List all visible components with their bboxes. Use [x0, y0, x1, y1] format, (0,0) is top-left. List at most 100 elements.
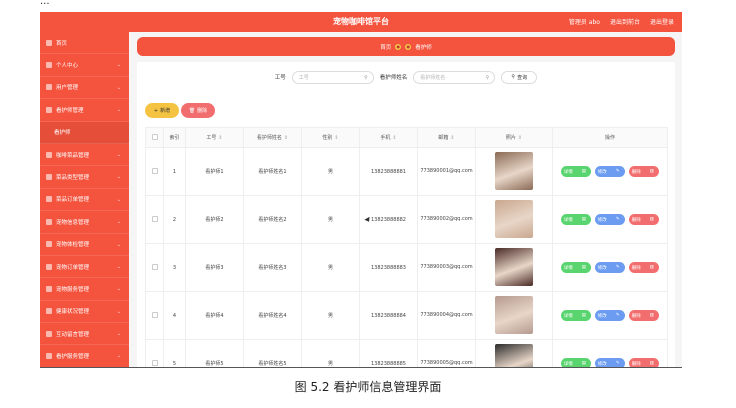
menu-icon	[46, 308, 52, 315]
chevron-down-icon: ⌄	[116, 241, 121, 248]
col-photo[interactable]: 照片 ⇕	[475, 127, 553, 148]
table-row: 3 看护师3 看护师姓名3 男 13823888883 773890003@qq.com 详…	[145, 243, 668, 292]
detail-icon: ▤	[581, 217, 586, 222]
cell-job-no: 看护师3	[185, 243, 244, 292]
caretaker-name-input[interactable]: 看护师姓名 ⚲	[413, 70, 496, 84]
row-checkbox[interactable]	[145, 147, 164, 196]
menu-icon	[46, 353, 52, 360]
select-all-checkbox[interactable]	[145, 127, 164, 148]
edit-button[interactable]: 修改 ✎	[595, 310, 625, 321]
sidebar-item-label: 看护服务管理	[56, 354, 90, 361]
sidebar-item[interactable]: 宠物订单管理 ⌄	[40, 256, 129, 279]
edit-button-label: 修改	[597, 217, 607, 223]
detail-button-label: 详情	[563, 313, 573, 319]
logout-link[interactable]: 退出登录	[650, 17, 674, 26]
col-name[interactable]: 看护师姓名 ⇕	[243, 127, 302, 148]
col-gender[interactable]: 性别 ⇕	[301, 127, 360, 148]
detail-button-label: 详情	[563, 169, 573, 175]
detail-icon: ▤	[581, 265, 586, 270]
chevron-down-icon: ⌄	[116, 196, 121, 203]
col-job-no[interactable]: 工号 ⇕	[185, 127, 244, 148]
col-phone[interactable]: 手机 ⇕	[359, 127, 418, 148]
exit-to-front-link[interactable]: 退出到前台	[610, 17, 640, 26]
menu-icon	[46, 241, 52, 248]
job-no-input[interactable]: 工号 ⚲	[291, 70, 374, 84]
delete-button-label: 删除	[197, 108, 208, 114]
sidebar-item[interactable]: 咖啡菜品管理 ⌄	[40, 144, 129, 167]
cell-job-no: 看护师4	[185, 291, 244, 340]
sidebar-item[interactable]: 宠物体检管理 ⌄	[40, 234, 129, 256]
delete-button[interactable]: 删除 ▥	[629, 310, 659, 321]
row-checkbox[interactable]	[145, 339, 164, 367]
detail-button[interactable]: 详情 ▤	[561, 262, 591, 273]
detail-button[interactable]: 详情 ▤	[561, 214, 591, 225]
detail-button[interactable]: 详情 ▤	[561, 166, 591, 177]
cell-email: 773890003@qq.com	[417, 243, 476, 292]
sidebar-item[interactable]: 看护师管理 ⌄	[40, 99, 129, 122]
sidebar-item[interactable]: 用户管理 ⌄	[40, 77, 129, 100]
row-checkbox[interactable]	[145, 243, 164, 292]
caretaker-photo	[495, 343, 533, 367]
delete-button[interactable]: 删除 ▥	[629, 166, 659, 177]
search-button[interactable]: ⚲ 查询	[501, 70, 538, 84]
detail-button[interactable]: 详情 ▤	[561, 310, 591, 321]
breadcrumb-home[interactable]: 首页	[380, 43, 391, 51]
sidebar-item[interactable]: 首页	[40, 32, 129, 55]
delete-button[interactable]: 删除 ▥	[629, 262, 659, 273]
cell-photo	[475, 243, 553, 292]
menu-icon	[46, 106, 52, 113]
sidebar-item[interactable]: 互动留言管理 ⌄	[40, 323, 129, 346]
cell-phone: 13823888884	[359, 291, 418, 340]
edit-icon: ✎	[615, 313, 620, 318]
col-email[interactable]: 邮箱 ⇕	[417, 127, 476, 148]
breadcrumb-separator-icon: ●	[395, 43, 402, 50]
sidebar: 首页 个人中心 ⌄ 用户管理 ⌄ 看护师管理 ⌄ 看护师 咖啡菜品管理 ⌄ 菜品类型管理 ⌄ 菜品订单管…	[40, 32, 129, 367]
sidebar-item[interactable]: 宠物信息管理 ⌄	[40, 211, 129, 234]
delete-button[interactable]: 删除 ▥	[629, 214, 659, 225]
menu-icon	[46, 263, 52, 270]
cell-photo	[475, 195, 553, 244]
sidebar-item-label: 看护师管理	[56, 107, 84, 114]
job-no-placeholder: 工号	[298, 74, 309, 81]
add-button[interactable]: + 新增	[145, 103, 179, 118]
detail-icon: ▤	[581, 169, 586, 174]
edit-button[interactable]: 修改 ✎	[595, 262, 625, 273]
sidebar-item[interactable]: 菜品类型管理 ⌄	[40, 166, 129, 189]
search-button-label: 查询	[517, 74, 528, 81]
sidebar-item[interactable]: 看护服务管理 ⌄	[40, 345, 129, 367]
sort-icon: ⇕	[283, 135, 289, 141]
detail-button[interactable]: 详情 ▤	[561, 358, 591, 367]
cell-actions: 详情 ▤ 修改 ✎ 删除 ▥	[552, 291, 668, 340]
batch-delete-button[interactable]: 🗑 删除	[181, 103, 215, 118]
figure-caption: 图 5.2 看护师信息管理界面	[294, 380, 442, 394]
table-row: 1 看护师1 看护师姓名1 男 13823888881 773890001@qq.com 详…	[145, 147, 668, 196]
delete-button[interactable]: 删除 ▥	[629, 358, 659, 367]
chevron-down-icon: ⌄	[116, 174, 121, 181]
sidebar-item[interactable]: 看护师	[40, 121, 129, 144]
cell-actions: 详情 ▤ 修改 ✎ 删除 ▥	[552, 243, 668, 292]
chevron-down-icon: ⌄	[116, 263, 121, 270]
row-checkbox[interactable]	[145, 195, 164, 244]
admin-user-link[interactable]: 管理员 abo	[569, 17, 600, 26]
sidebar-item[interactable]: 个人中心 ⌄	[40, 54, 129, 77]
delete-button-label: 删除	[631, 169, 641, 175]
table-row: 2 看护师2 看护师姓名2 男 13823888882 773890002@qq.com 详…	[145, 195, 668, 244]
sidebar-item[interactable]: 宠物服务管理 ⌄	[40, 278, 129, 301]
cell-gender: 男	[301, 195, 360, 244]
sidebar-item-label: 宠物服务管理	[56, 286, 90, 293]
app-window: 宠物咖啡馆平台 管理员 abo 退出到前台 退出登录 首页 个人中心 ⌄ 用户管理 ⌄ 看…	[40, 12, 682, 368]
detail-button-label: 详情	[563, 361, 573, 367]
sidebar-item[interactable]: 健康状况管理 ⌄	[40, 301, 129, 324]
sort-icon: ⇕	[450, 135, 455, 141]
document-top-text: ...	[40, 0, 50, 7]
search-icon: ⚲	[511, 74, 516, 80]
cell-index: 2	[163, 195, 186, 244]
sidebar-item[interactable]: 菜品订单管理 ⌄	[40, 189, 129, 212]
edit-button[interactable]: 修改 ✎	[595, 166, 625, 177]
menu-icon	[46, 151, 52, 158]
edit-button[interactable]: 修改 ✎	[595, 358, 625, 367]
caretaker-table: 索引 工号 ⇕ 看护师姓名 ⇕ 性别 ⇕ 手机 ⇕ 邮箱 ⇕ 照片 ⇕ 操作 1 看护师1 看护…	[145, 127, 668, 367]
edit-button[interactable]: 修改 ✎	[595, 214, 625, 225]
cell-name: 看护师姓名1	[243, 147, 302, 196]
row-checkbox[interactable]	[145, 291, 164, 340]
